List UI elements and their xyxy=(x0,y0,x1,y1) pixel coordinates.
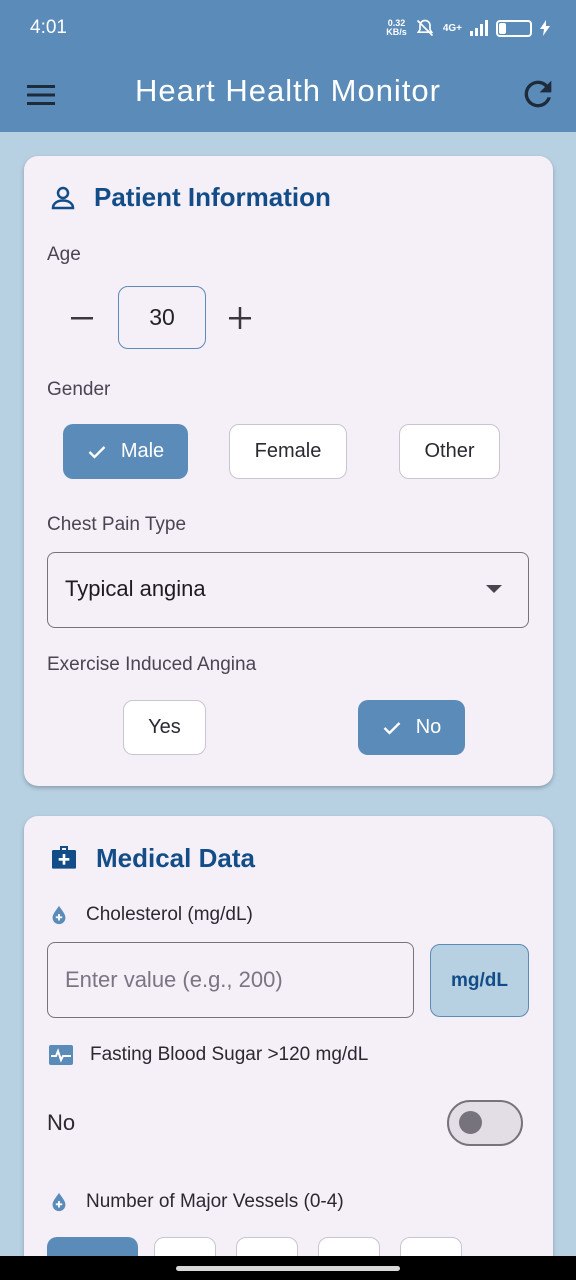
refresh-icon xyxy=(524,80,552,108)
app-title: Heart Health Monitor xyxy=(134,73,441,108)
drop-icon xyxy=(52,1192,66,1212)
medical-data-header: Medical Data xyxy=(48,842,255,874)
chest-pain-value: Typical angina xyxy=(65,576,206,601)
check-icon xyxy=(88,445,106,459)
refresh-button[interactable] xyxy=(518,74,558,114)
network-speed: 0.32 KB/s xyxy=(386,18,407,37)
charging-icon xyxy=(540,20,550,36)
medical-bag-icon xyxy=(52,846,76,869)
toggle-knob xyxy=(459,1111,482,1134)
home-gesture-handle[interactable] xyxy=(176,1266,400,1271)
cholesterol-label-row: Cholesterol (mg/dL) xyxy=(48,904,253,926)
medical-data-card: Medical Data Cholesterol (mg/dL) mg/dL F… xyxy=(24,816,553,1280)
vessels-label-row: Number of Major Vessels (0-4) xyxy=(48,1191,344,1213)
gender-label: Gender xyxy=(47,379,111,400)
navigation-bar xyxy=(0,1256,576,1280)
gender-female-chip[interactable]: Female xyxy=(229,424,347,479)
mute-bell-icon xyxy=(416,19,434,37)
status-icons: 0.32 KB/s 4G+ 23 xyxy=(386,18,550,38)
patient-info-title: Patient Information xyxy=(94,182,331,212)
angina-no-chip[interactable]: No xyxy=(358,700,465,755)
drop-icon xyxy=(52,905,66,925)
dropdown-arrow-icon xyxy=(486,585,502,593)
cholesterol-unit-button[interactable]: mg/dL xyxy=(430,944,529,1017)
age-increment-button[interactable] xyxy=(218,296,262,340)
chest-pain-dropdown[interactable]: Typical angina xyxy=(47,552,529,628)
angina-yes-chip[interactable]: Yes xyxy=(123,700,206,755)
angina-label: Exercise Induced Angina xyxy=(47,654,257,675)
signal-icon xyxy=(470,20,488,36)
battery-level xyxy=(499,22,506,34)
battery-icon: 23 xyxy=(496,19,532,37)
check-icon xyxy=(383,721,401,735)
person-icon xyxy=(51,186,75,209)
patient-info-header: Patient Information xyxy=(48,182,331,213)
fbs-value: No xyxy=(47,1110,76,1135)
age-label: Age xyxy=(47,244,81,265)
medical-data-title: Medical Data xyxy=(96,842,255,873)
fbs-toggle[interactable] xyxy=(447,1100,523,1146)
vessels-label: Number of Major Vessels (0-4) xyxy=(86,1191,344,1212)
status-time: 4:01 xyxy=(30,17,67,38)
status-bar: 4:01 0.32 KB/s 4G+ 23 xyxy=(0,0,576,58)
minus-icon xyxy=(71,317,93,320)
plus-icon xyxy=(229,307,251,329)
cholesterol-label: Cholesterol (mg/dL) xyxy=(86,904,253,925)
gender-male-chip[interactable]: Male xyxy=(63,424,188,479)
gender-other-chip[interactable]: Other xyxy=(399,424,500,479)
network-type: 4G+ xyxy=(442,22,462,34)
cholesterol-input[interactable] xyxy=(47,942,414,1018)
chest-pain-label: Chest Pain Type xyxy=(47,514,187,535)
age-input[interactable]: 30 xyxy=(118,286,206,349)
age-decrement-button[interactable] xyxy=(60,296,104,340)
app-bar: Heart Health Monitor xyxy=(0,58,576,132)
monitor-heart-icon xyxy=(49,1045,73,1065)
fbs-label-row: Fasting Blood Sugar >120 mg/dL xyxy=(48,1044,368,1066)
fbs-label: Fasting Blood Sugar >120 mg/dL xyxy=(90,1044,369,1065)
patient-info-card: Patient Information Age 30 Gender Male F… xyxy=(24,156,553,786)
